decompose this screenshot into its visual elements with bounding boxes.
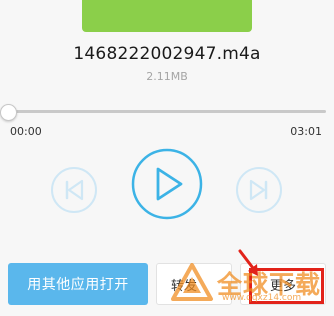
watermark-logo-icon [171,263,213,301]
open-with-other-app-button[interactable]: 用其他应用打开 [8,263,148,305]
play-icon [131,148,203,220]
watermark-url: www.qqxz14.com [222,293,302,303]
progress-handle[interactable] [0,104,17,121]
album-cover [82,0,252,32]
progress-track[interactable] [8,110,326,113]
total-time: 03:01 [290,125,322,138]
next-button[interactable] [235,166,283,214]
current-time: 00:00 [10,125,42,138]
file-size: 2.11MB [146,70,188,83]
previous-button[interactable] [50,166,98,214]
watermark: 全球下载 www.qqxz14.com [170,262,330,308]
file-name: 1468222002947.m4a [73,44,261,64]
skip-next-icon [236,167,282,213]
skip-previous-icon [51,167,97,213]
play-button[interactable] [130,147,204,221]
